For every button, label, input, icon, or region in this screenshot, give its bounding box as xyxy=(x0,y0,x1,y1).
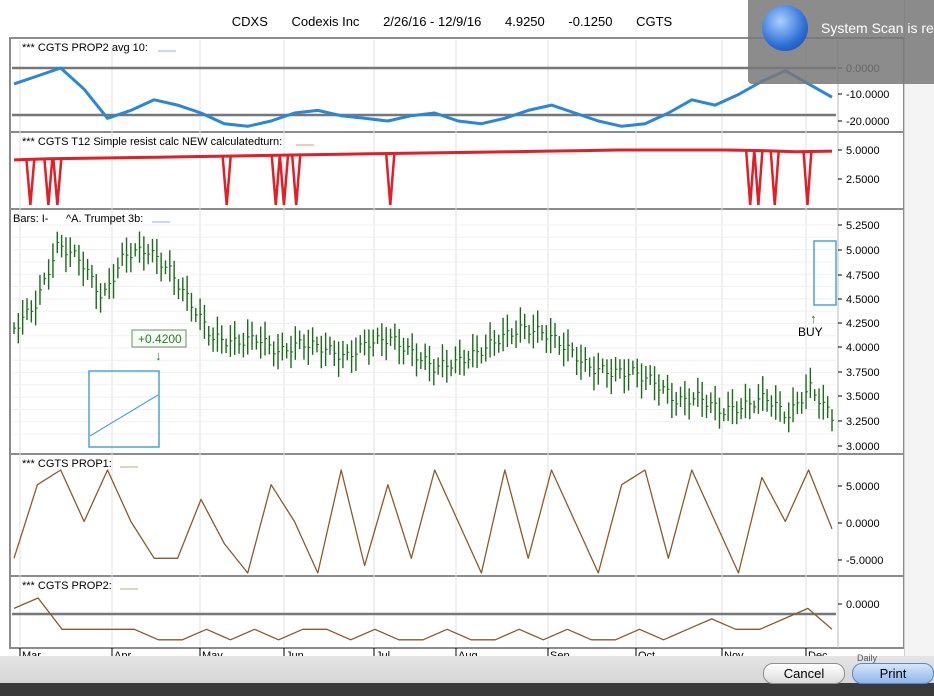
resist-dip xyxy=(744,150,756,206)
y-tick-label: -5.0000 xyxy=(846,555,883,567)
chart-window: CDXS Codexis Inc 2/26/16 - 12/9/16 4.925… xyxy=(0,0,904,660)
panel3-title: Bars: I- xyxy=(13,213,49,225)
trade-box-2[interactable] xyxy=(813,240,837,306)
y-tick-label: 3.0000 xyxy=(846,441,880,453)
panel1-title: *** CGTS PROP2 avg 10: xyxy=(22,42,148,54)
y-tick-label: 4.5000 xyxy=(846,294,880,306)
y-tick-label: 5.0000 xyxy=(846,145,880,157)
period-label: Daily xyxy=(857,653,878,663)
chart-area[interactable]: *** CGTS PROP2 avg 10: *** CGTS T12 Simp… xyxy=(0,0,904,660)
notification-text: System Scan is rec xyxy=(821,20,934,36)
series-layer xyxy=(13,66,834,641)
y-tick-label: 3.5000 xyxy=(846,391,880,403)
y-tick-label: 2.5000 xyxy=(846,174,880,186)
y-tick-label: 4.7500 xyxy=(846,270,880,282)
y-tick-label: 4.2500 xyxy=(846,318,880,330)
resist-dip xyxy=(43,158,54,206)
resist-line xyxy=(13,148,833,162)
y-tick-label: 5.2500 xyxy=(846,220,880,232)
y-tick-label: -20.0000 xyxy=(846,116,889,128)
resist-dip xyxy=(753,150,764,206)
resist-dip xyxy=(52,158,63,206)
buy-label: BUY xyxy=(798,325,823,339)
prop2-line xyxy=(13,597,833,641)
bottom-edge xyxy=(0,683,934,696)
y-tick-label: -10.0000 xyxy=(846,89,889,101)
panel2-title: *** CGTS T12 Simple resist calc NEW calc… xyxy=(22,136,282,148)
cancel-button[interactable]: Cancel xyxy=(763,663,845,684)
system-notification[interactable]: System Scan is rec xyxy=(748,0,934,84)
down-arrow: ↓ xyxy=(155,348,162,363)
resist-dip xyxy=(221,156,232,206)
prop1-line xyxy=(13,469,833,574)
up-arrow: ↑ xyxy=(810,311,817,326)
resist-dip xyxy=(802,150,813,206)
y-axis-ticks: 0.0000 -10.0000 -20.0000 5.0000 2.5000 5.2500… xyxy=(838,63,889,611)
robot-icon xyxy=(762,5,808,51)
y-tick-label: 3.7500 xyxy=(846,367,880,379)
resist-dip xyxy=(25,158,36,206)
print-button[interactable]: Print xyxy=(852,663,934,684)
resist-dip xyxy=(385,154,396,206)
panel3-subtitle: ^A. Trumpet 3b: xyxy=(66,213,143,225)
right-scrollbar[interactable] xyxy=(904,0,934,660)
gain-label: +0.4200 xyxy=(138,332,182,346)
y-tick-label: 5.0000 xyxy=(846,481,880,493)
panel5-title: *** CGTS PROP2: xyxy=(22,580,112,592)
y-tick-label: 0.0000 xyxy=(846,518,880,530)
y-tick-label: 3.2500 xyxy=(846,416,880,428)
y-tick-label: 0.0000 xyxy=(846,599,880,611)
resist-dip xyxy=(290,155,302,206)
resist-dip xyxy=(270,155,282,206)
trade-trendline xyxy=(89,394,159,437)
resist-dip xyxy=(769,150,780,206)
y-tick-label: 4.0000 xyxy=(846,342,880,354)
prop2avg-line xyxy=(13,66,833,128)
y-tick-label: 5.0000 xyxy=(846,245,880,257)
panel4-title: *** CGTS PROP1: xyxy=(22,458,112,470)
